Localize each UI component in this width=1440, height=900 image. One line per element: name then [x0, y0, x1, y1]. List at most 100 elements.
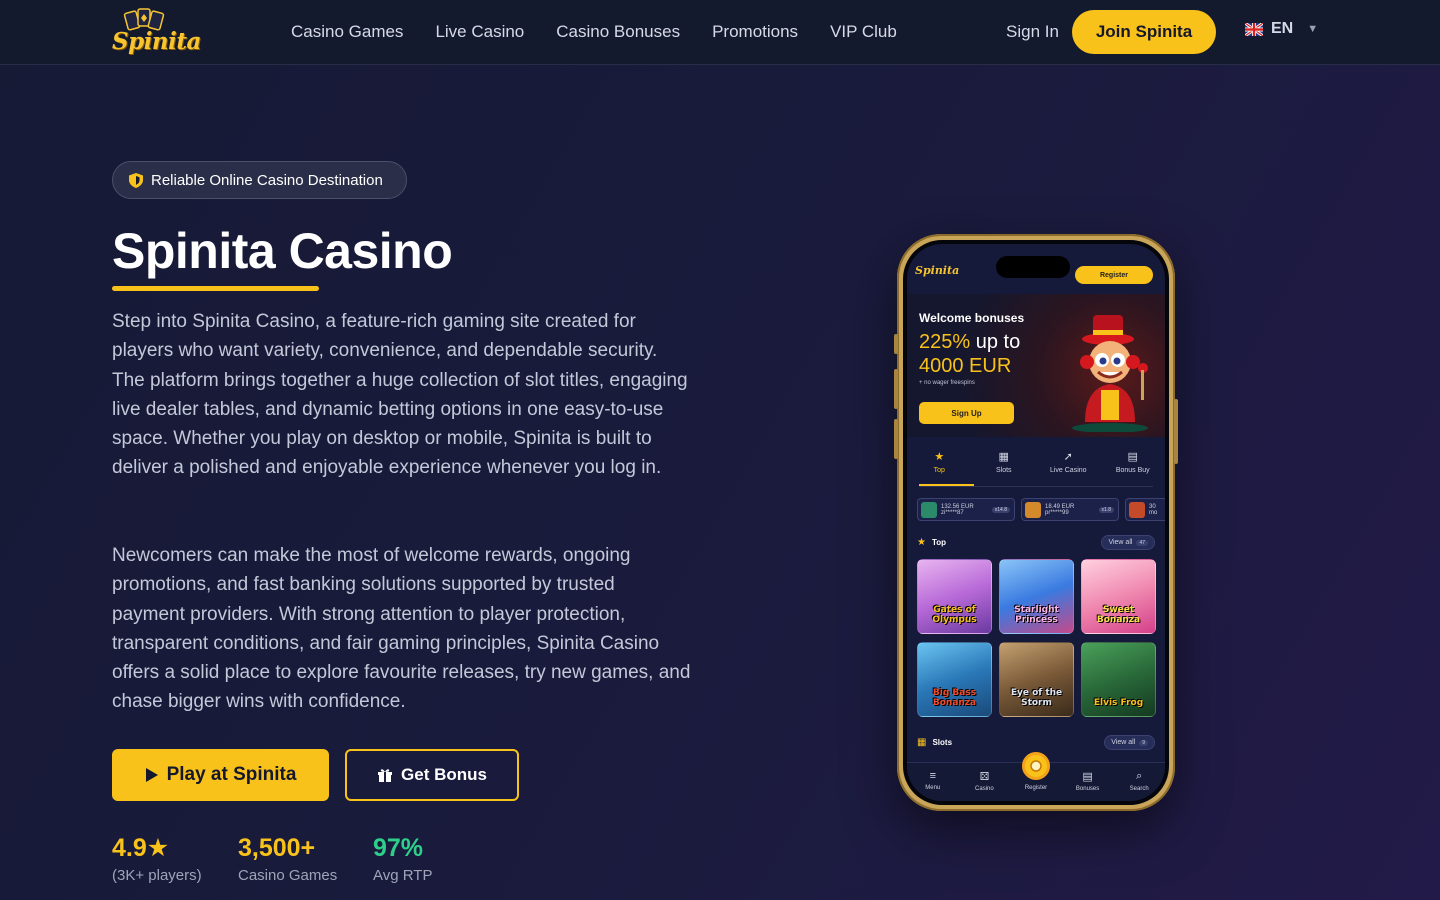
game-tile[interactable]: Sweet Bonanza: [1081, 559, 1156, 634]
gift-icon: ▤: [1127, 451, 1138, 463]
bottom-nav-bonuses[interactable]: ▤ Bonuses: [1062, 763, 1114, 801]
gift-icon: [378, 769, 393, 782]
stat-label: (3K+ players): [112, 867, 202, 884]
get-bonus-button[interactable]: Get Bonus: [345, 749, 519, 801]
logo-text: Spinita: [112, 28, 201, 55]
phone-side-button: [894, 369, 898, 409]
game-tile[interactable]: Eye of the Storm: [999, 642, 1074, 717]
bottom-nav-label: Menu: [925, 785, 941, 791]
phone-side-button: [1174, 399, 1178, 464]
stat-value: 3,500+: [238, 834, 316, 862]
uk-flag-icon: [1245, 22, 1263, 36]
winner-multiplier: x1.8: [1098, 506, 1114, 513]
nav-live-casino[interactable]: Live Casino: [435, 20, 524, 44]
star-icon: ★: [917, 537, 926, 548]
rocket-icon: ➚: [1063, 451, 1073, 463]
phone-screen: Spinita Register Welcome bonuses 225% up…: [907, 244, 1165, 801]
nav-promotions[interactable]: Promotions: [712, 20, 798, 44]
tab-top[interactable]: ★ Top: [907, 444, 972, 484]
nav-casino-bonuses[interactable]: Casino Bonuses: [556, 20, 680, 44]
winner-info: 132.56 EUR zi*****87: [941, 504, 974, 516]
view-all-count: 47: [1136, 539, 1148, 546]
phone-bezel: Spinita Register Welcome bonuses 225% up…: [903, 240, 1169, 805]
play-icon: [145, 768, 158, 782]
bottom-nav-casino[interactable]: ⚄ Casino: [959, 763, 1011, 801]
nav-casino-games[interactable]: Casino Games: [291, 20, 403, 44]
view-all-count: 9: [1139, 739, 1148, 746]
game-tile[interactable]: Starlight Princess: [999, 559, 1074, 634]
language-code: EN: [1271, 20, 1294, 37]
intro-paragraph: Step into Spinita Casino, a feature-rich…: [112, 311, 688, 479]
view-all-top-button[interactable]: View all 47: [1101, 535, 1155, 550]
star-icon: ★: [934, 451, 945, 463]
game-tile[interactable]: Elvis Frog: [1081, 642, 1156, 717]
bottom-nav-label: Bonuses: [1075, 786, 1100, 792]
site-header: Spinita Casino Games Live Casino Casino …: [0, 0, 1440, 65]
slot-machine-icon: ▦: [917, 737, 927, 748]
stat-value: 4.9★: [112, 834, 170, 862]
gift-icon: ▤: [1082, 771, 1093, 783]
stat-label: Casino Games: [238, 867, 338, 884]
mobile-signup-button[interactable]: Sign Up: [919, 402, 1014, 424]
mobile-register-button[interactable]: Register: [1075, 266, 1153, 284]
tab-label: Live Casino: [1049, 467, 1087, 474]
top-games-grid: Gates of Olympus Starlight Princess Swee…: [917, 559, 1156, 717]
winner-info: 18.49 EUR pr*****99: [1045, 504, 1074, 516]
bottom-nav-label: Search: [1129, 786, 1149, 792]
winner-card[interactable]: 132.56 EUR zi*****87 x14.8: [917, 498, 1015, 521]
winner-game-thumb: [921, 501, 937, 518]
dynamic-island: [996, 256, 1070, 278]
game-title: Sweet Bonanza: [1096, 605, 1141, 625]
game-title: Starlight Princess: [1014, 605, 1059, 625]
join-button[interactable]: Join Spinita: [1072, 10, 1216, 54]
phone-side-button: [894, 334, 898, 354]
offer-percent: 225%: [919, 331, 971, 353]
language-selector[interactable]: EN ▼: [1245, 20, 1318, 38]
nav-vip-club[interactable]: VIP Club: [830, 20, 897, 44]
mascot-illustration: [1072, 315, 1148, 432]
get-bonus-label: Get Bonus: [401, 765, 487, 784]
tab-divider: [919, 486, 1153, 487]
winner-user: mo: [1149, 509, 1158, 516]
mobile-category-tabs: ★ Top ▦ Slots ➚ Live Casino ▤ Bonus Buy: [907, 444, 1165, 484]
stat-label: Avg RTP: [373, 867, 433, 884]
winner-user: pr*****99: [1045, 509, 1069, 516]
banner-offer: 225% up to 4000 EUR: [919, 330, 1020, 378]
stat-rtp: 97% Avg RTP: [373, 833, 432, 884]
winner-game-thumb: [1025, 501, 1041, 518]
tab-label: Slots: [995, 467, 1012, 474]
phone-side-button: [894, 419, 898, 459]
mobile-welcome-banner: Welcome bonuses 225% up to 4000 EUR + no…: [907, 294, 1165, 437]
banner-subtext: + no wager freespins: [919, 380, 975, 386]
game-tile[interactable]: Gates of Olympus: [917, 559, 992, 634]
slots-section-header: ▦ Slots View all 9: [917, 735, 1155, 750]
section-title: Top: [931, 538, 947, 547]
play-button[interactable]: Play at Spinita: [112, 749, 329, 801]
tab-bonus-buy[interactable]: ▤ Bonus Buy: [1101, 444, 1166, 484]
spinita-logo[interactable]: Spinita: [112, 8, 202, 56]
main-nav: Casino Games Live Casino Casino Bonuses …: [291, 20, 929, 44]
view-all-slots-button[interactable]: View all 9: [1104, 735, 1155, 750]
tab-slots[interactable]: ▦ Slots: [972, 444, 1037, 484]
sign-in-link[interactable]: Sign In: [1006, 20, 1059, 44]
recent-winners-strip: 132.56 EUR zi*****87 x14.8 18.49 EUR pr*…: [917, 498, 1165, 521]
bottom-nav-menu[interactable]: ≡ Menu: [907, 763, 959, 801]
coin-icon: [1030, 760, 1042, 772]
register-chip-icon[interactable]: [1022, 752, 1050, 780]
menu-icon: ≡: [929, 770, 936, 782]
offer-upto: up to: [970, 331, 1021, 353]
winner-card[interactable]: 30 mo: [1125, 498, 1165, 521]
game-title: Big Bass Bonanza: [932, 688, 977, 708]
trust-badge: Reliable Online Casino Destination: [112, 161, 407, 199]
game-title: Eye of the Storm: [1010, 688, 1063, 708]
winner-card[interactable]: 18.49 EUR pr*****99 x1.8: [1021, 498, 1119, 521]
stat-rating: 4.9★ (3K+ players): [112, 833, 202, 884]
stat-games: 3,500+ Casino Games: [238, 833, 337, 884]
tab-label: Bonus Buy: [1115, 467, 1150, 474]
game-tile[interactable]: Big Bass Bonanza: [917, 642, 992, 717]
bottom-nav-search[interactable]: ⌕ Search: [1113, 763, 1165, 801]
mobile-logo: Spinita: [915, 264, 960, 277]
winner-user: zi*****87: [941, 509, 964, 516]
game-title: Gates of Olympus: [932, 605, 977, 625]
tab-live-casino[interactable]: ➚ Live Casino: [1036, 444, 1101, 484]
